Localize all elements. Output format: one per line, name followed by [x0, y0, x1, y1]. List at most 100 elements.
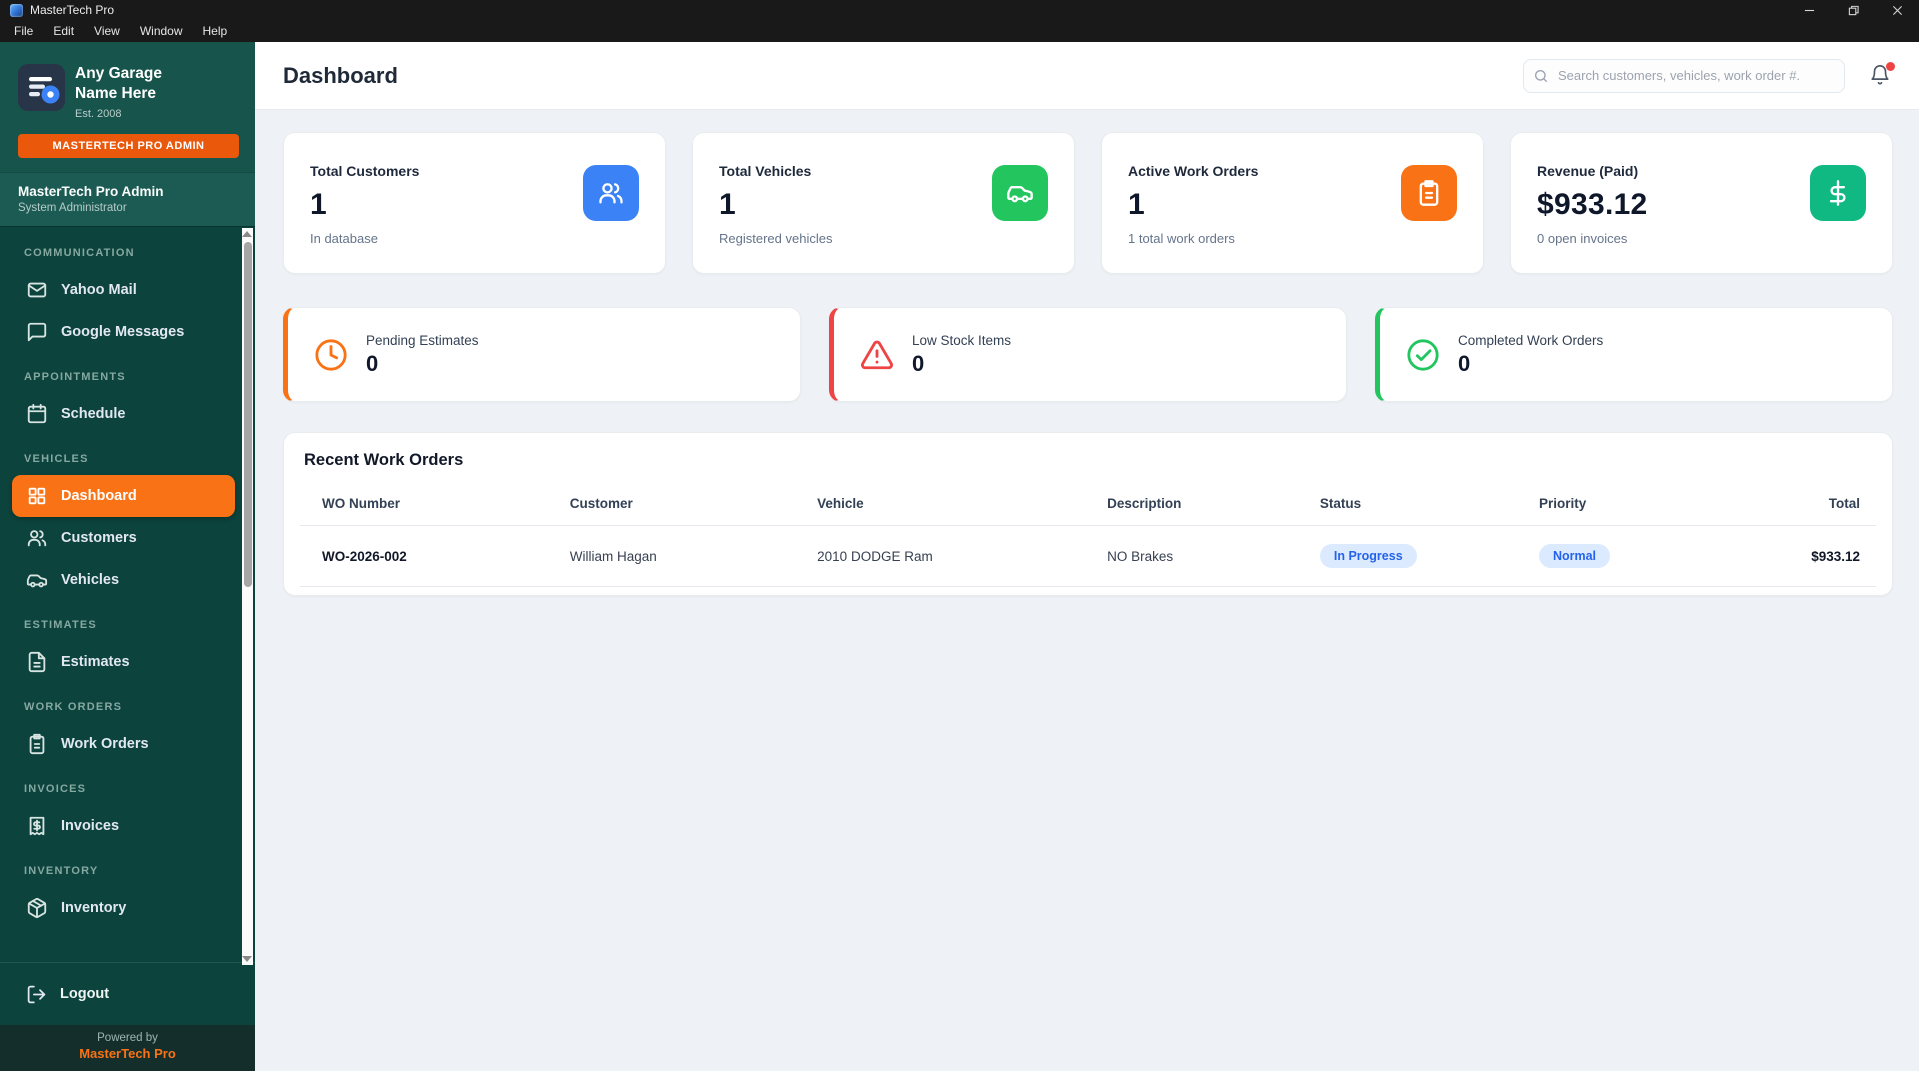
sidebar-item-label: Dashboard — [61, 488, 137, 504]
stat-value: 1 — [310, 188, 419, 222]
minimize-button[interactable] — [1787, 0, 1831, 20]
sidebar-item-label: Schedule — [61, 406, 125, 422]
alert-label: Pending Estimates — [366, 333, 479, 348]
menu-view[interactable]: View — [84, 22, 130, 40]
search-icon — [1533, 68, 1549, 84]
sidebar-item-label: Vehicles — [61, 572, 119, 588]
scroll-down-arrow-icon[interactable] — [242, 956, 252, 962]
stat-subtext: 1 total work orders — [1128, 231, 1258, 246]
titlebar: MasterTech Pro — [0, 0, 1919, 20]
sidebar-item-label: Yahoo Mail — [61, 282, 137, 298]
cell-wo-number: WO-2026-002 — [300, 526, 554, 587]
garage-logo-icon — [18, 64, 65, 111]
sidebar-item-label: Invoices — [61, 818, 119, 834]
app-icon — [10, 4, 23, 17]
stat-card-total-vehicles: Total Vehicles 1 Registered vehicles — [692, 132, 1075, 274]
col-total: Total — [1698, 486, 1876, 526]
menu-help[interactable]: Help — [193, 22, 238, 40]
dashboard-content: Total Customers 1 In database Total Vehi… — [255, 110, 1919, 1071]
menu-file[interactable]: File — [4, 22, 43, 40]
stat-card-active-work-orders: Active Work Orders 1 1 total work orders — [1101, 132, 1484, 274]
sidebar-item-label: Work Orders — [61, 736, 149, 752]
cell-description: NO Brakes — [1091, 526, 1304, 587]
section-inventory: INVENTORY — [24, 865, 235, 877]
sidebar-item-label: Google Messages — [61, 324, 184, 340]
stat-subtext: 0 open invoices — [1537, 231, 1648, 246]
stat-value: 1 — [1128, 188, 1258, 222]
sidebar-item-work-orders[interactable]: Work Orders — [12, 723, 235, 765]
menu-window[interactable]: Window — [130, 22, 193, 40]
sidebar-item-yahoo-mail[interactable]: Yahoo Mail — [12, 269, 235, 311]
sidebar-item-label: Inventory — [61, 900, 126, 916]
sidebar: Any Garage Name Here Est. 2008 MASTERTEC… — [0, 42, 255, 1071]
clipboard-icon — [1415, 179, 1443, 207]
col-description: Description — [1091, 486, 1304, 526]
section-estimates: ESTIMATES — [24, 619, 235, 631]
window-title: MasterTech Pro — [30, 3, 114, 17]
sidebar-item-google-messages[interactable]: Google Messages — [12, 311, 235, 353]
maximize-button[interactable] — [1831, 0, 1875, 20]
stat-subtext: Registered vehicles — [719, 231, 832, 246]
table-row[interactable]: WO-2026-002 William Hagan 2010 DODGE Ram… — [300, 526, 1876, 587]
brand-name: MasterTech Pro — [0, 1046, 255, 1061]
sidebar-scrollbar[interactable] — [242, 228, 253, 965]
sidebar-item-invoices[interactable]: Invoices — [12, 805, 235, 847]
col-status: Status — [1304, 486, 1523, 526]
package-icon — [26, 897, 48, 919]
main-area: Dashboard Total Customers 1 — [255, 42, 1919, 1071]
search-box — [1523, 59, 1845, 93]
notification-dot — [1886, 62, 1895, 71]
sidebar-item-estimates[interactable]: Estimates — [12, 641, 235, 683]
stat-label: Active Work Orders — [1128, 163, 1258, 179]
notifications-button[interactable] — [1869, 64, 1893, 88]
sidebar-item-schedule[interactable]: Schedule — [12, 393, 235, 435]
sidebar-item-customers[interactable]: Customers — [12, 517, 235, 559]
sidebar-header: Any Garage Name Here Est. 2008 MASTERTEC… — [0, 42, 255, 172]
cell-vehicle: 2010 DODGE Ram — [801, 526, 1091, 587]
table-title: Recent Work Orders — [304, 451, 1876, 470]
scroll-up-arrow-icon[interactable] — [242, 231, 252, 237]
col-wo-number: WO Number — [300, 486, 554, 526]
table-header-row: WO Number Customer Vehicle Description S… — [300, 486, 1876, 526]
check-circle-icon — [1406, 338, 1440, 372]
menubar: File Edit View Window Help — [0, 20, 1919, 42]
receipt-icon — [26, 815, 48, 837]
sidebar-item-dashboard[interactable]: Dashboard — [12, 475, 235, 517]
alert-value: 0 — [912, 351, 1011, 377]
main-header: Dashboard — [255, 42, 1919, 110]
clock-icon — [314, 338, 348, 372]
alert-card-completed-work-orders: Completed Work Orders 0 — [1375, 307, 1893, 402]
maximize-icon — [1848, 5, 1859, 16]
logout-button[interactable]: Logout — [0, 962, 255, 1025]
col-vehicle: Vehicle — [801, 486, 1091, 526]
profile-role: System Administrator — [18, 202, 237, 214]
admin-badge: MASTERTECH PRO ADMIN — [18, 134, 239, 158]
stat-value: $933.12 — [1537, 188, 1648, 222]
car-icon — [26, 569, 48, 591]
cell-total: $933.12 — [1698, 526, 1876, 587]
col-customer: Customer — [554, 486, 801, 526]
sidebar-item-vehicles[interactable]: Vehicles — [12, 559, 235, 601]
status-badge: In Progress — [1320, 544, 1417, 568]
stat-label: Revenue (Paid) — [1537, 163, 1648, 179]
sidebar-item-label: Estimates — [61, 654, 130, 670]
garage-established: Est. 2008 — [75, 108, 205, 120]
sidebar-item-inventory[interactable]: Inventory — [12, 887, 235, 929]
file-text-icon — [26, 651, 48, 673]
stat-subtext: In database — [310, 231, 419, 246]
alert-label: Completed Work Orders — [1458, 333, 1603, 348]
close-button[interactable] — [1875, 0, 1919, 20]
menu-edit[interactable]: Edit — [43, 22, 84, 40]
users-icon — [26, 527, 48, 549]
search-input[interactable] — [1523, 59, 1845, 93]
user-profile: MasterTech Pro Admin System Administrato… — [0, 172, 255, 226]
alert-card-pending-estimates: Pending Estimates 0 — [283, 307, 801, 402]
minimize-icon — [1804, 5, 1815, 16]
message-icon — [26, 321, 48, 343]
scrollbar-thumb[interactable] — [244, 242, 252, 587]
alert-value: 0 — [366, 351, 479, 377]
sidebar-footer: Powered by MasterTech Pro — [0, 1025, 255, 1071]
stat-label: Total Customers — [310, 163, 419, 179]
section-communication: COMMUNICATION — [24, 247, 235, 259]
section-appointments: APPOINTMENTS — [24, 371, 235, 383]
